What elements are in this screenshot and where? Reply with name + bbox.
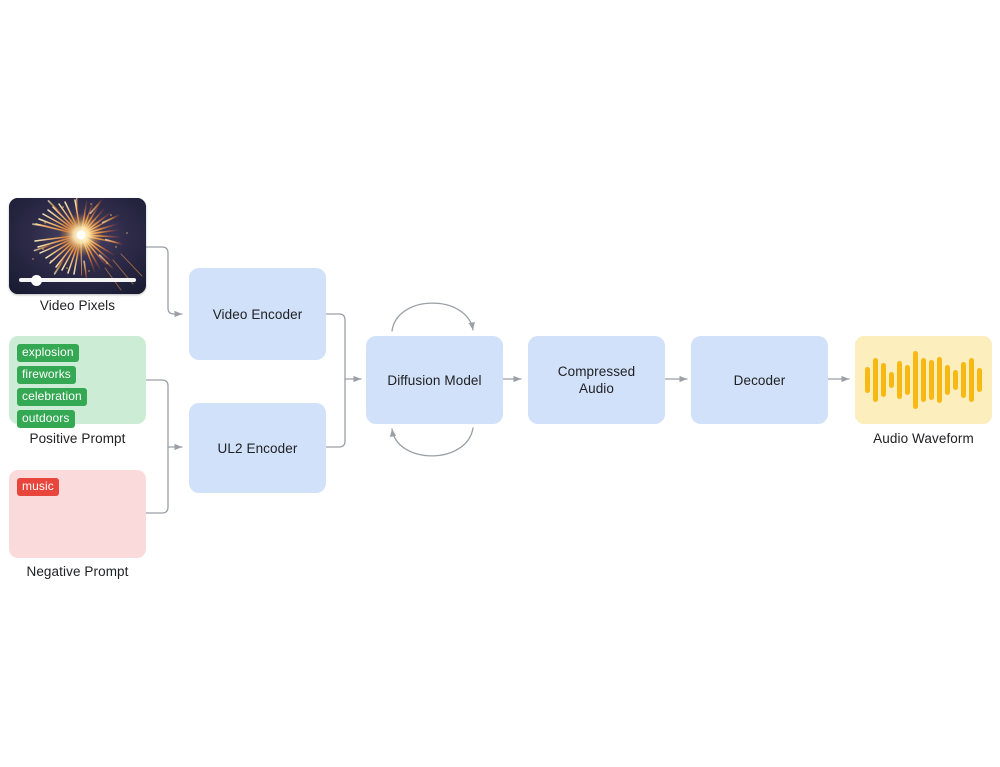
edge-negative-prompt-to-ul2-encoder: [145, 446, 169, 514]
edge-video-encoder-to-diffusion: [325, 313, 346, 380]
prompt-tag[interactable]: outdoors: [17, 410, 75, 428]
node-diffusion-model-label: Diffusion Model: [387, 372, 482, 388]
video-pixels-caption: Video Pixels: [39, 298, 116, 313]
waveform-bar: [961, 362, 966, 398]
waveform-bar: [873, 358, 878, 402]
waveform-bar: [969, 358, 974, 402]
waveform-bar: [889, 372, 894, 388]
waveform-bar: [937, 357, 942, 403]
waveform-bar: [905, 365, 910, 395]
positive-prompt-caption: Positive Prompt: [29, 431, 126, 446]
waveform-bar: [945, 365, 950, 395]
negative-prompt-panel[interactable]: music: [9, 470, 146, 558]
audio-waveform-panel[interactable]: [855, 336, 992, 424]
waveform-bar: [977, 368, 982, 392]
prompt-tag[interactable]: music: [17, 478, 59, 496]
waveform-bar: [953, 370, 958, 390]
node-video-encoder[interactable]: Video Encoder: [189, 268, 326, 360]
waveform-bar: [865, 367, 870, 393]
node-diffusion-model[interactable]: Diffusion Model: [366, 336, 503, 424]
edge-video-to-video-encoder: [145, 246, 183, 318]
node-compressed-audio[interactable]: Compressed Audio: [528, 336, 665, 424]
node-decoder[interactable]: Decoder: [691, 336, 828, 424]
negative-prompt-caption: Negative Prompt: [26, 564, 129, 579]
edge-diffusion-loop-bottom: [389, 427, 474, 457]
prompt-tag[interactable]: explosion: [17, 344, 79, 362]
audio-waveform-caption: Audio Waveform: [873, 431, 974, 446]
edge-ul2-encoder-to-diffusion: [325, 378, 346, 448]
node-decoder-label: Decoder: [733, 372, 786, 388]
node-compressed-audio-label: Compressed Audio: [557, 364, 636, 396]
node-video-encoder-label: Video Encoder: [212, 306, 303, 322]
video-pixels-thumbnail[interactable]: [9, 198, 146, 294]
video-progress-track[interactable]: [19, 274, 136, 286]
positive-prompt-panel[interactable]: explosion fireworks celebration outdoors: [9, 336, 146, 428]
prompt-tag[interactable]: fireworks: [17, 366, 76, 384]
prompt-tag[interactable]: celebration: [17, 388, 87, 406]
node-ul2-encoder[interactable]: UL2 Encoder: [189, 403, 326, 493]
video-progress-knob[interactable]: [31, 274, 43, 286]
positive-prompt-tags: explosion fireworks celebration outdoors: [17, 344, 138, 428]
node-ul2-encoder-label: UL2 Encoder: [217, 440, 298, 456]
diagram-canvas: Video Pixels explosion fireworks celebra…: [0, 0, 1000, 767]
waveform-bar: [897, 361, 902, 399]
waveform-bar: [913, 351, 918, 409]
waveform-bar: [929, 360, 934, 400]
waveform-bar: [881, 363, 886, 397]
negative-prompt-tags: music: [17, 478, 138, 496]
edge-diffusion-loop-top: [391, 302, 475, 332]
edge-positive-prompt-to-ul2-encoder: [145, 379, 169, 448]
waveform-bar: [921, 358, 926, 402]
